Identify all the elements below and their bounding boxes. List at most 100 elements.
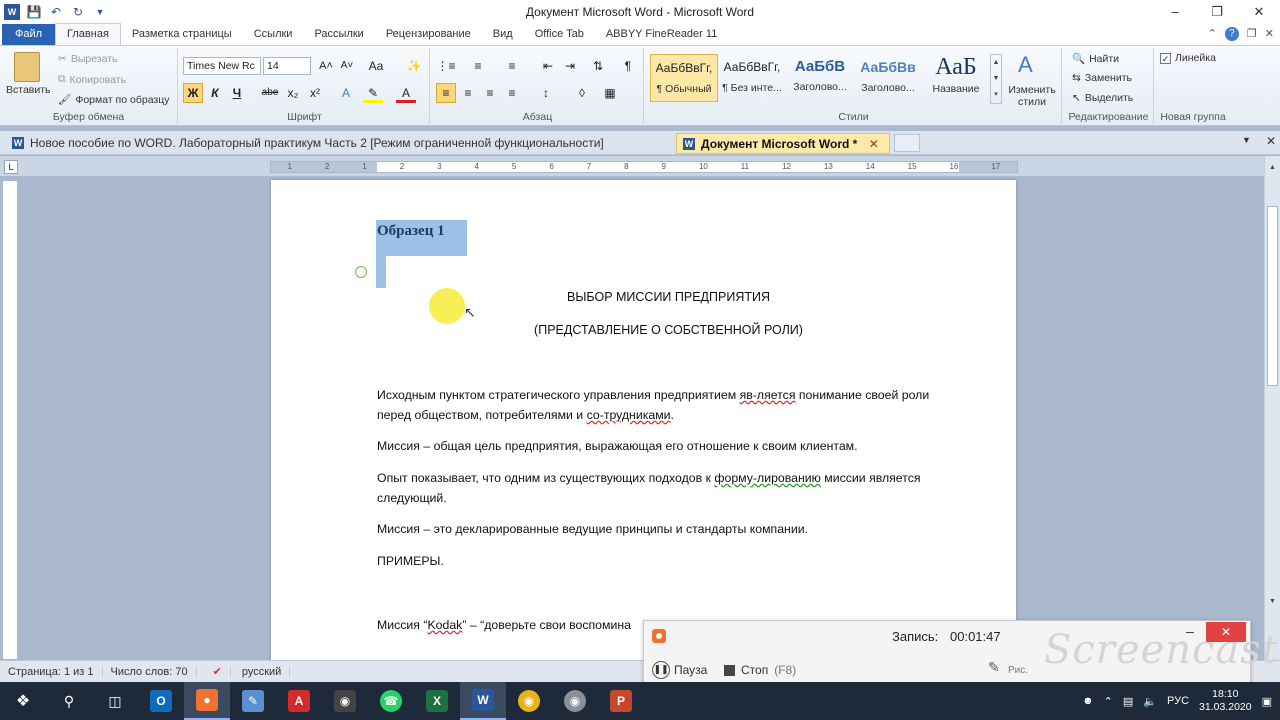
- tabs-dropdown-icon[interactable]: ▼: [1242, 135, 1251, 145]
- align-center-icon[interactable]: ≡: [458, 83, 478, 103]
- tab-file[interactable]: Файл: [2, 24, 56, 45]
- language-indicator[interactable]: ✔ русский: [197, 665, 299, 678]
- search-icon[interactable]: ⚲: [46, 682, 92, 720]
- tab-references[interactable]: Ссылки: [243, 24, 304, 45]
- document-heading[interactable]: Образец 1: [377, 223, 445, 240]
- paste-icon[interactable]: [14, 52, 40, 82]
- horizontal-ruler[interactable]: 1 2 1 2 3 4 5 6 7 8 9 10 11 12 13 14 15 …: [270, 161, 1018, 173]
- recorder-app-icon[interactable]: ●: [184, 682, 230, 720]
- paint-icon[interactable]: ✎: [230, 682, 276, 720]
- superscript-button[interactable]: x²: [305, 83, 325, 103]
- start-button[interactable]: ❖: [0, 682, 46, 720]
- sort-icon[interactable]: ⇅: [588, 56, 608, 76]
- task-view-icon[interactable]: ◫: [92, 682, 138, 720]
- select-button[interactable]: ↖ Выделить: [1072, 92, 1133, 104]
- draw-icon[interactable]: ✎: [988, 659, 1000, 676]
- whatsapp-icon[interactable]: ☎: [368, 682, 414, 720]
- chrome-icon[interactable]: ◉: [506, 682, 552, 720]
- shading-icon[interactable]: ◊: [572, 83, 592, 103]
- align-left-icon[interactable]: ≡: [436, 83, 456, 103]
- minimize-button[interactable]: –: [1154, 0, 1196, 24]
- highlight-icon[interactable]: ✎: [363, 83, 383, 103]
- shrink-font-button[interactable]: A˅: [337, 56, 357, 76]
- pause-button[interactable]: ❚❚ Пауза: [652, 661, 707, 679]
- grow-font-button[interactable]: A˄: [316, 56, 336, 76]
- undo-icon[interactable]: ↶: [48, 4, 64, 20]
- powerpoint-icon[interactable]: P: [598, 682, 644, 720]
- help-icon[interactable]: ?: [1224, 27, 1239, 41]
- browser-icon[interactable]: ◉: [552, 682, 598, 720]
- italic-button[interactable]: К: [205, 83, 225, 103]
- paragraph-5[interactable]: ПРИМЕРЫ.: [377, 551, 957, 571]
- paragraph-4[interactable]: Миссия – это декларированные ведущие при…: [377, 519, 957, 539]
- recorder-minimize-button[interactable]: –: [1178, 623, 1202, 643]
- scroll-thumb[interactable]: [1267, 206, 1278, 386]
- align-right-icon[interactable]: ≡: [480, 83, 500, 103]
- style-no-spacing[interactable]: АаБбВвГг, ¶ Без инте...: [718, 54, 786, 102]
- recorder-close-button[interactable]: ✕: [1206, 622, 1246, 642]
- word-count[interactable]: Число слов: 70: [103, 665, 197, 678]
- find-button[interactable]: 🔍 Найти: [1072, 52, 1119, 66]
- subscript-button[interactable]: x₂: [283, 83, 303, 103]
- paragraph-3[interactable]: Опыт показывает, что одним из существующ…: [377, 468, 957, 508]
- outlook-icon[interactable]: O: [138, 682, 184, 720]
- tab-home[interactable]: Главная: [55, 23, 121, 45]
- tab-abbyy[interactable]: ABBYY FineReader 11: [595, 24, 729, 45]
- clear-format-icon[interactable]: ✨: [404, 56, 424, 76]
- vertical-ruler[interactable]: [2, 180, 18, 660]
- acrobat-icon[interactable]: A: [276, 682, 322, 720]
- cut-button[interactable]: ✂ Вырезать: [58, 53, 118, 65]
- font-size-select[interactable]: 14: [263, 57, 311, 75]
- justify-icon[interactable]: ≡: [502, 83, 522, 103]
- style-normal[interactable]: АаБбВвГг, ¶ Обычный: [650, 54, 718, 102]
- stop-button[interactable]: Стоп (F8): [724, 663, 796, 677]
- tab-mailings[interactable]: Рассылки: [303, 24, 374, 45]
- save-icon[interactable]: 💾: [26, 4, 42, 20]
- tab-selector[interactable]: L: [4, 160, 18, 174]
- document-page[interactable]: Образец 1 ↖ ВЫБОР МИССИИ ПРЕДПРИЯТИЯ (ПР…: [271, 180, 1016, 662]
- document-title-line-2[interactable]: (ПРЕДСТАВЛЕНИЕ О СОБСТВЕННОЙ РОЛИ): [271, 323, 1016, 337]
- word-app-icon[interactable]: W: [460, 682, 506, 720]
- tab-review[interactable]: Рецензирование: [375, 24, 482, 45]
- strikethrough-button[interactable]: abe: [260, 83, 280, 103]
- tab-office-tab[interactable]: Office Tab: [524, 24, 595, 45]
- underline-button[interactable]: Ч: [227, 83, 247, 103]
- doc-tab-current[interactable]: W Документ Microsoft Word * ✕: [676, 133, 890, 154]
- change-case-button[interactable]: Aa: [366, 56, 386, 76]
- styles-scroll[interactable]: ▲ ▼ ▾: [990, 54, 1002, 104]
- tray-expand-icon[interactable]: ⌃: [1104, 695, 1113, 708]
- network-icon[interactable]: ▤: [1123, 695, 1133, 708]
- text-effects-icon[interactable]: A: [336, 83, 356, 103]
- numbering-icon[interactable]: ≡: [468, 56, 488, 76]
- bold-button[interactable]: Ж: [183, 83, 203, 103]
- style-heading-2[interactable]: АаБбВв Заголово...: [854, 54, 922, 102]
- tab-page-layout[interactable]: Разметка страницы: [121, 24, 243, 45]
- doc-close-icon[interactable]: ✕: [1265, 27, 1274, 41]
- line-spacing-icon[interactable]: ↕: [536, 83, 556, 103]
- ribbon-collapse-icon[interactable]: ⌃: [1208, 27, 1217, 41]
- increase-indent-icon[interactable]: ⇥: [560, 56, 580, 76]
- paste-button[interactable]: Вставить: [6, 84, 51, 96]
- customize-icon[interactable]: ▼: [92, 4, 108, 20]
- replace-button[interactable]: ⇆ Заменить: [1072, 72, 1132, 84]
- page-count[interactable]: Страница: 1 из 1: [0, 665, 103, 678]
- font-color-icon[interactable]: A: [396, 83, 416, 103]
- copy-button[interactable]: ⧉ Копировать: [58, 73, 126, 86]
- notifications-icon[interactable]: ▣: [1262, 695, 1272, 708]
- borders-icon[interactable]: ▦: [600, 83, 620, 103]
- document-title-line-1[interactable]: ВЫБОР МИССИИ ПРЕДПРИЯТИЯ: [271, 290, 1016, 304]
- vertical-scrollbar[interactable]: ▲ ▼: [1264, 156, 1280, 660]
- font-name-select[interactable]: Times New Rc: [183, 57, 261, 75]
- excel-icon[interactable]: X: [414, 682, 460, 720]
- scroll-down-icon[interactable]: ▼: [1267, 596, 1278, 608]
- close-button[interactable]: ✕: [1238, 0, 1280, 24]
- change-styles-button[interactable]: Изменить стили: [1004, 84, 1060, 108]
- tab-view[interactable]: Вид: [482, 24, 524, 45]
- format-painter-button[interactable]: 🖌 Формат по образцу: [58, 93, 170, 107]
- show-marks-icon[interactable]: ¶: [618, 56, 638, 76]
- volume-icon[interactable]: 🔈: [1143, 695, 1157, 708]
- maximize-button[interactable]: ❐: [1196, 0, 1238, 24]
- style-heading-1[interactable]: АаБбВ Заголово...: [786, 54, 854, 102]
- multilevel-list-icon[interactable]: ≡: [502, 56, 522, 76]
- people-icon[interactable]: ☻: [1082, 695, 1094, 707]
